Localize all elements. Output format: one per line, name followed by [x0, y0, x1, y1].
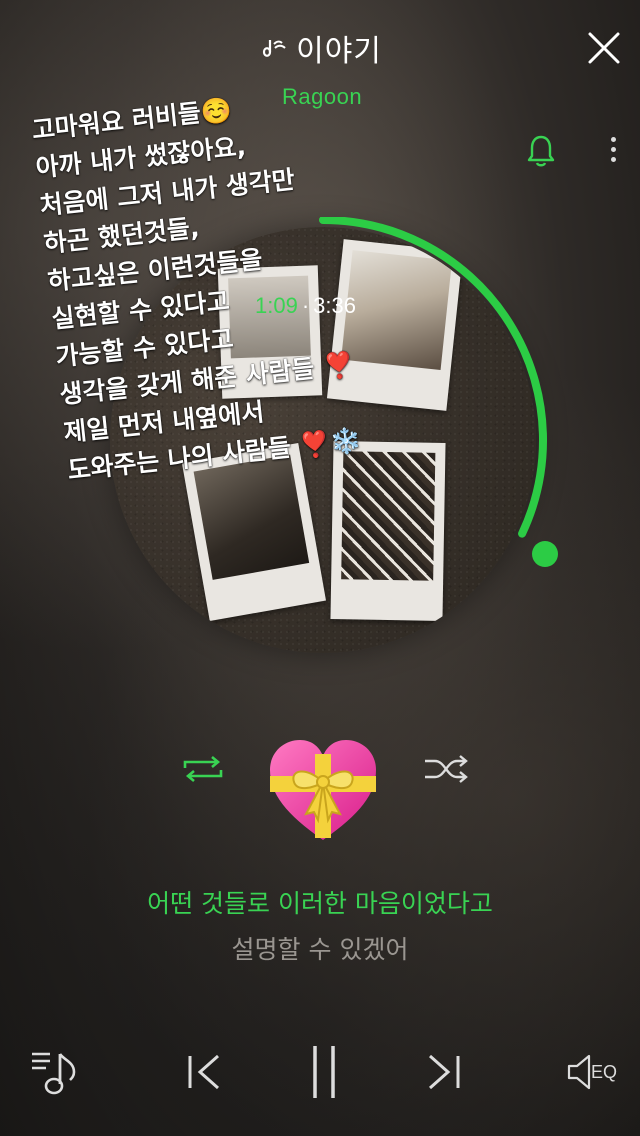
more-vertical-icon[interactable] — [606, 132, 620, 168]
gift-heart-button[interactable] — [266, 736, 380, 846]
lyric-current: 어떤 것들로 이러한 마음이었다고 — [147, 889, 493, 918]
progress-knob[interactable] — [532, 541, 558, 567]
pause-icon[interactable] — [310, 1044, 338, 1100]
lyric-next: 설명할 수 있겠어 — [231, 935, 409, 964]
music-note-icon — [262, 40, 286, 57]
shuffle-icon[interactable] — [423, 754, 469, 784]
bell-icon[interactable] — [526, 134, 556, 168]
gift-heart-icon — [270, 740, 376, 840]
eq-button[interactable]: EQ — [565, 1052, 625, 1092]
previous-track-icon[interactable] — [186, 1054, 222, 1090]
title-text: 이야기 — [296, 34, 382, 69]
polaroid-photo — [330, 441, 446, 621]
repeat-icon[interactable] — [181, 754, 225, 784]
page-title: 이야기 — [258, 26, 382, 70]
playlist-music-icon[interactable] — [30, 1048, 82, 1096]
next-track-icon[interactable] — [426, 1054, 462, 1090]
story-text-overlay: 고마워요 러비들☺️ 아까 내가 썼잖아요, 처음에 그저 내가 생각만 하곤 … — [30, 78, 398, 490]
title-wrap: 이야기 — [0, 26, 640, 70]
close-button[interactable] — [586, 30, 622, 66]
eq-label: EQ — [591, 1062, 618, 1082]
